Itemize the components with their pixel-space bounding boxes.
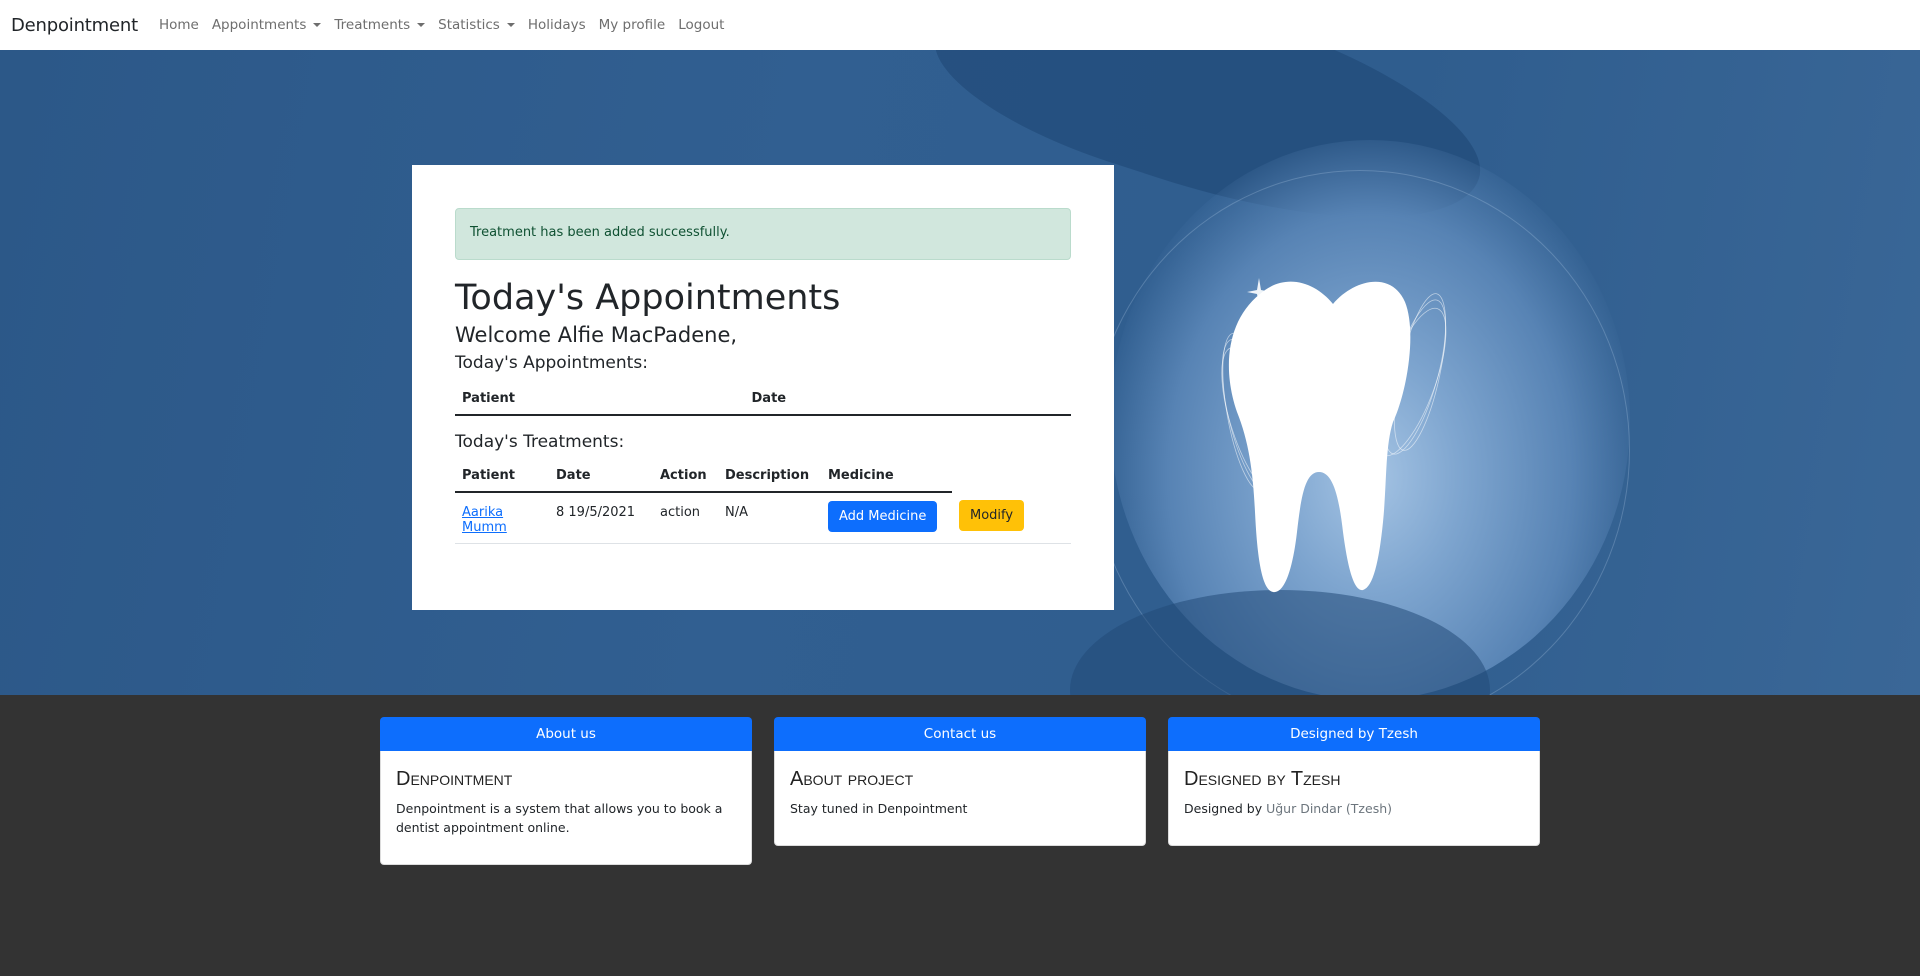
footer-card-title: About project [790,768,914,790]
table-row: Aarika Mumm 8 19/5/2021 action N/A Add M… [455,492,1071,545]
footer-card-text: Designed by Uğur Dindar (Tzesh) [1184,799,1524,818]
footer-card-header: Designed by Tzesh [1168,717,1540,751]
brand-link[interactable]: Denpointment [11,15,138,36]
footer-card-text: Denpointment is a system that allows you… [396,801,723,835]
nav-treatments-label: Treatments [334,17,411,33]
welcome-message: Welcome Alfie MacPadene, [455,322,738,347]
appointments-header-row: Patient Date [455,383,1071,417]
col-patient: Patient [455,460,549,494]
nav-home-label: Home [158,17,199,33]
footer-card-body: Designed by Tzesh Designed by Uğur Dinda… [1168,751,1540,846]
footer-card-designer: Designed by Tzesh Designed by Tzesh Desi… [1168,717,1540,846]
nav-holidays-label: Holidays [527,17,586,33]
footer-card-contact: Contact us About project Stay tuned in D… [774,717,1146,846]
page-title: Today's Appointments [455,278,841,318]
footer-card-title: Designed by Tzesh [1184,768,1341,790]
nav-logout-label: Logout [678,17,725,33]
treatment-action: action [653,492,718,545]
designer-name: Uğur Dindar (Tzesh) [1266,801,1392,816]
treatments-heading: Today's Treatments: [455,432,625,453]
treatment-description: N/A [718,492,821,545]
success-alert: Treatment has been added successfully. [455,208,1071,260]
patient-link[interactable]: Aarika Mumm [462,505,507,535]
treatments-table: Patient Date Action Description Medicine… [455,460,1071,545]
nav-logout[interactable]: Logout [678,17,724,33]
caret-down-icon [506,23,515,27]
nav-holidays[interactable]: Holidays [528,17,586,33]
nav-appointments-dropdown[interactable]: Appointments [212,17,322,33]
add-medicine-button[interactable]: Add Medicine [828,501,938,533]
nav-statistics-label: Statistics [438,17,500,33]
footer-card-header: Contact us [774,717,1146,751]
nav-my-profile[interactable]: My profile [599,17,666,33]
col-actions [952,460,1071,492]
col-medicine: Medicine [821,460,952,494]
col-patient: Patient [455,383,745,417]
nav-statistics-dropdown[interactable]: Statistics [438,17,515,33]
col-action: Action [653,460,718,494]
nav-appointments-label: Appointments [211,17,307,33]
nav-my-profile-label: My profile [598,17,666,33]
navbar: Denpointment Home Appointments Treatment… [0,0,1920,50]
treatment-date: 8 19/5/2021 [549,492,653,545]
treatments-header-row: Patient Date Action Description Medicine [455,460,1071,494]
tooth-icon [1221,278,1447,593]
footer-card-body: Denpointment Denpointment is a system th… [380,751,752,865]
footer-card-title: Denpointment [396,768,513,790]
modify-button[interactable]: Modify [959,500,1025,532]
col-description: Description [718,460,821,494]
dashboard-card: Treatment has been added successfully. T… [412,165,1114,610]
appointments-table: Patient Date [455,383,1071,417]
footer-card-header: About us [380,717,752,751]
nav-home[interactable]: Home [159,17,199,33]
alert-message: Treatment has been added successfully. [470,225,730,240]
designed-by-prefix: Designed by [1184,801,1263,816]
col-date: Date [744,383,1071,417]
footer-card-text: Stay tuned in Denpointment [790,801,968,816]
footer-card-body: About project Stay tuned in Denpointment [774,751,1146,846]
col-date: Date [549,460,653,494]
nav-treatments-dropdown[interactable]: Treatments [334,17,426,33]
caret-down-icon [417,23,426,27]
appointments-heading: Today's Appointments: [455,352,648,373]
footer-card-about: About us Denpointment Denpointment is a … [380,717,752,865]
caret-down-icon [313,23,322,27]
